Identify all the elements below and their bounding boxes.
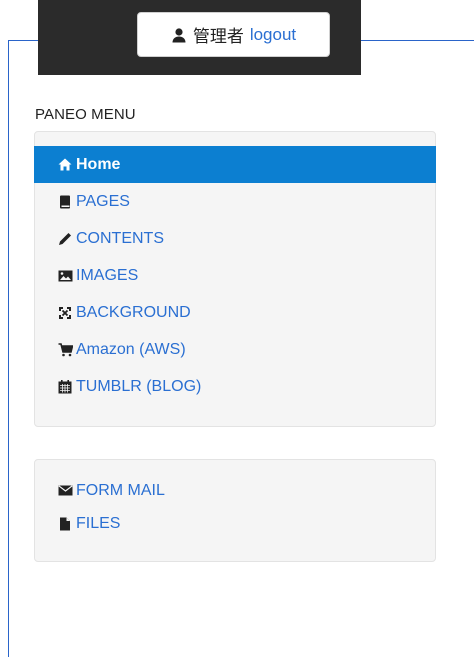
- top-bar: 管理者 logout: [38, 0, 361, 75]
- home-icon: [57, 157, 73, 173]
- nav-item-label: FORM MAIL: [76, 481, 165, 499]
- main-menu-panel: Home PAGES CONTENTS IMAGES BACKGROUND Am…: [34, 131, 436, 427]
- nav-item-amazon[interactable]: Amazon (AWS): [35, 331, 435, 368]
- shopping-cart-icon: [57, 342, 73, 358]
- nav-item-label: IMAGES: [76, 266, 139, 284]
- nav-item-contents[interactable]: CONTENTS: [35, 220, 435, 257]
- picture-icon: [57, 268, 73, 284]
- calendar-icon: [57, 379, 73, 395]
- user-name: 管理者: [192, 27, 244, 46]
- nav-item-background[interactable]: BACKGROUND: [35, 294, 435, 331]
- fullscreen-icon: [57, 305, 73, 321]
- user-box: 管理者 logout: [137, 12, 330, 57]
- nav-item-label: CONTENTS: [76, 229, 164, 247]
- nav-item-label: FILES: [76, 514, 121, 532]
- logout-link[interactable]: logout: [250, 25, 296, 45]
- nav-item-label: Home: [76, 155, 121, 173]
- secondary-nav: FORM MAIL FILES: [35, 474, 435, 540]
- nav-item-label: Amazon (AWS): [76, 340, 186, 358]
- nav-item-files[interactable]: FILES: [35, 507, 435, 540]
- nav-item-home[interactable]: Home: [34, 146, 436, 183]
- main-nav: Home PAGES CONTENTS IMAGES BACKGROUND Am…: [34, 146, 436, 405]
- secondary-menu-panel: FORM MAIL FILES: [34, 459, 436, 562]
- nav-item-label: PAGES: [76, 192, 130, 210]
- envelope-icon: [57, 483, 73, 499]
- user-icon: [171, 27, 187, 43]
- nav-item-tumblr[interactable]: TUMBLR (BLOG): [35, 368, 435, 405]
- nav-item-form-mail[interactable]: FORM MAIL: [35, 474, 435, 507]
- file-icon: [57, 516, 73, 532]
- nav-item-pages[interactable]: PAGES: [35, 183, 435, 220]
- book-icon: [57, 194, 73, 210]
- nav-item-label: BACKGROUND: [76, 303, 191, 321]
- frame-border-left: [8, 40, 9, 657]
- nav-item-label: TUMBLR (BLOG): [76, 377, 202, 395]
- pencil-icon: [57, 231, 73, 247]
- nav-item-images[interactable]: IMAGES: [35, 257, 435, 294]
- menu-title: PANEO MENU: [35, 106, 136, 123]
